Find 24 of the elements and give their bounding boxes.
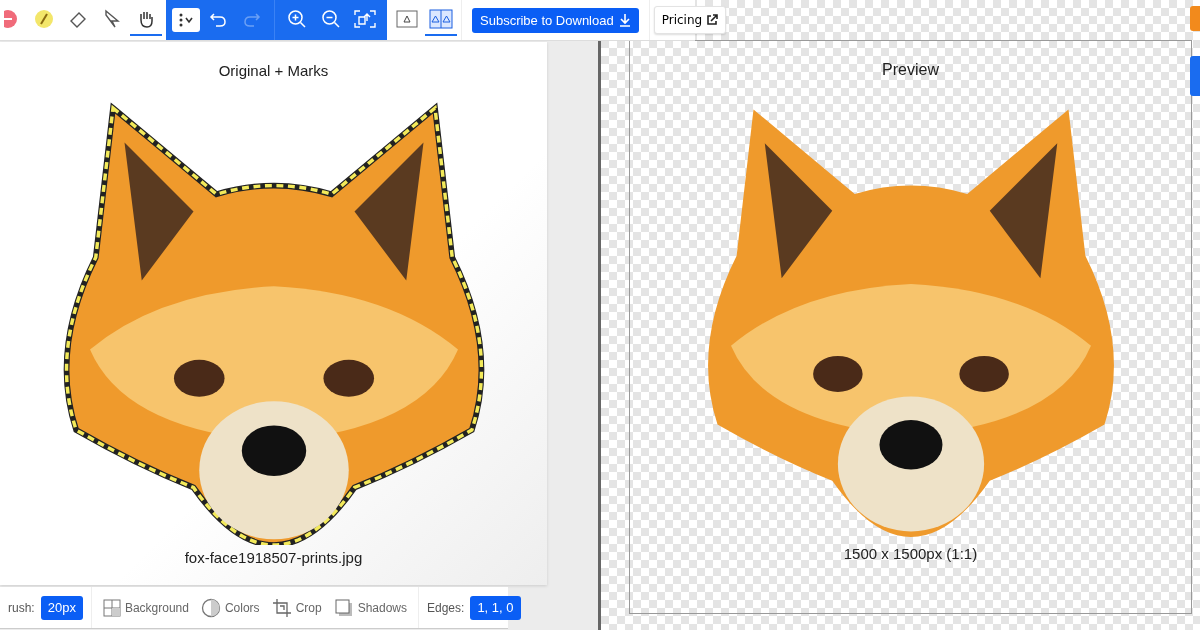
file-name: fox-face1918507-prints.jpg bbox=[184, 549, 363, 566]
external-link-icon bbox=[706, 14, 719, 26]
crop-icon bbox=[271, 597, 292, 618]
subscribe-button[interactable]: Subscribe to Download bbox=[472, 7, 639, 33]
shadows-icon bbox=[333, 597, 354, 618]
zoom-out-icon bbox=[321, 9, 341, 29]
zoom-in-icon bbox=[287, 9, 307, 29]
shadows-button[interactable]: Shadows bbox=[330, 597, 410, 618]
image-size: 1500 x 1500px (1:1) bbox=[843, 545, 978, 562]
colors-button[interactable]: Colors bbox=[197, 597, 263, 618]
fit-icon bbox=[353, 9, 377, 29]
pricing-button[interactable]: Pricing bbox=[653, 6, 727, 34]
pane-title: Original + Marks bbox=[218, 62, 329, 79]
menu-dropdown-button[interactable] bbox=[172, 8, 200, 32]
brush-size-button[interactable]: 20px bbox=[40, 595, 83, 620]
brush-label: rush: bbox=[8, 600, 35, 615]
background-button[interactable]: Background bbox=[99, 598, 192, 617]
crop-button[interactable]: Crop bbox=[268, 597, 325, 618]
background-icon bbox=[102, 598, 121, 617]
edges-button[interactable]: 1, 1, 0 bbox=[470, 595, 521, 620]
edges-label: Edges: bbox=[427, 600, 465, 615]
download-icon bbox=[618, 13, 631, 27]
pane-title: Preview bbox=[882, 61, 939, 79]
colors-icon bbox=[200, 597, 221, 618]
